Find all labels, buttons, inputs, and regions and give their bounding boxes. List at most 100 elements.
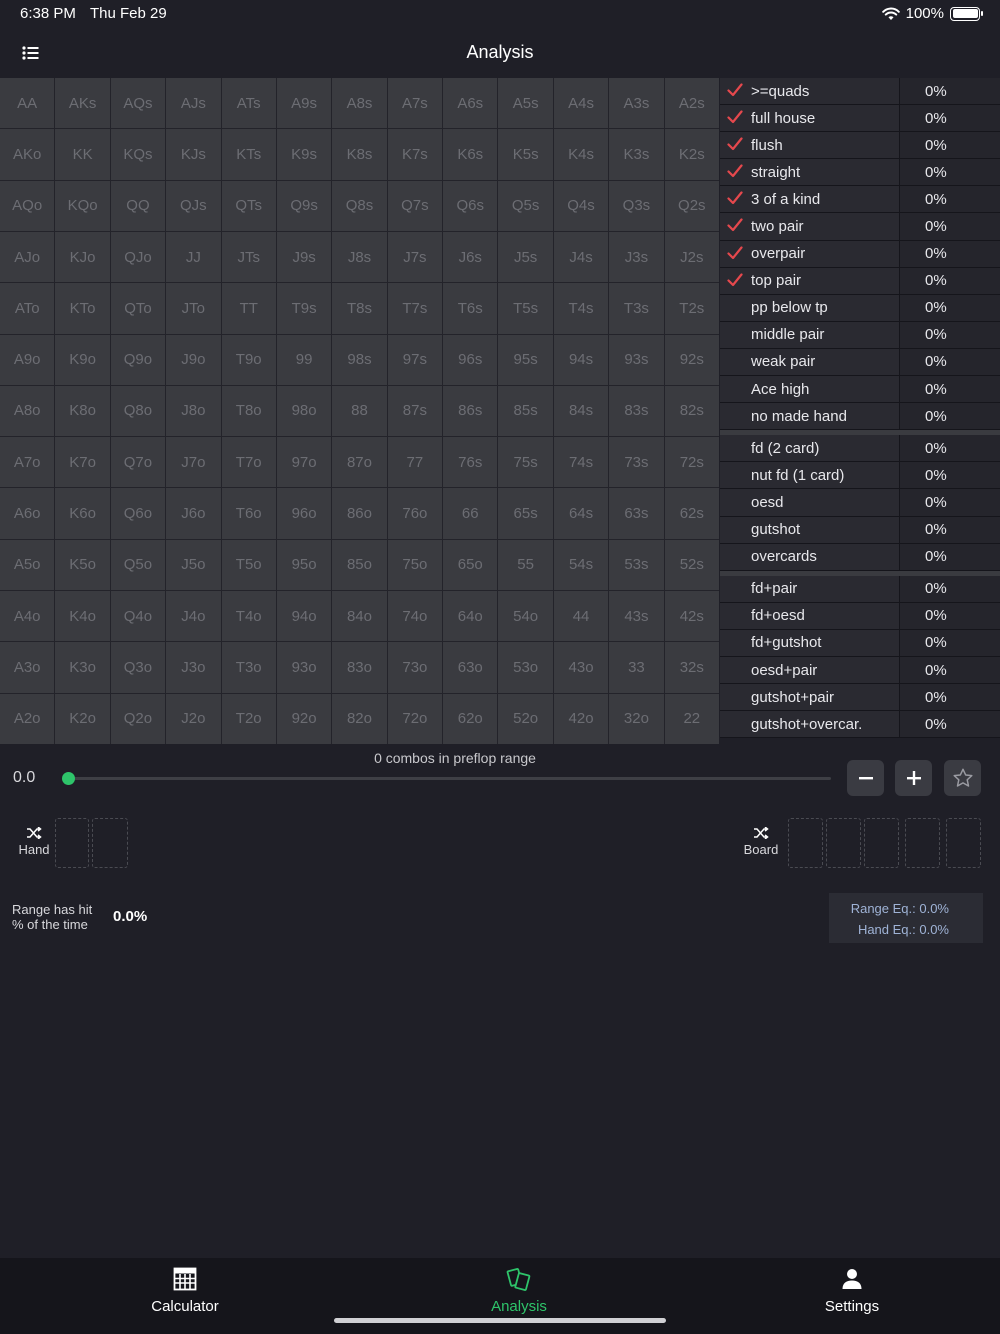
category-row[interactable]: 3 of a kind 0% [720,186,1000,214]
range-cell[interactable]: T4s [553,283,609,334]
range-cell[interactable]: J2s [664,231,719,283]
range-cell[interactable]: 73s [609,437,664,488]
range-cell[interactable]: 75s [498,437,553,488]
category-row[interactable]: fd (2 card) 0% [720,435,1000,463]
range-cell[interactable]: 87o [332,437,387,488]
range-cell[interactable]: T2s [664,283,719,334]
range-cell[interactable]: 72o [387,693,443,744]
range-cell[interactable]: Q9s [276,180,332,231]
range-cell[interactable]: 22 [664,693,719,744]
hand-card-slot-1[interactable] [55,818,89,868]
increase-button[interactable] [895,760,932,796]
range-cell[interactable]: AQo [0,180,55,231]
range-cell[interactable]: 82s [664,385,719,437]
range-cell[interactable]: ATs [221,78,276,129]
category-row[interactable]: two pair 0% [720,213,1000,241]
range-cell[interactable]: 32s [664,642,719,693]
range-cell[interactable]: JTs [221,231,276,283]
favorite-button[interactable] [944,760,981,796]
range-cell[interactable]: 97s [387,334,443,385]
range-cell[interactable]: QTo [110,283,166,334]
range-cell[interactable]: A4s [553,78,609,129]
category-row[interactable]: gutshot+overcar. 0% [720,711,1000,739]
range-cell[interactable]: T8s [332,283,387,334]
category-row[interactable]: fd+gutshot 0% [720,629,1000,657]
range-cell[interactable]: J5s [498,231,553,283]
range-cell[interactable]: A6o [0,488,55,539]
range-cell[interactable]: KTo [55,283,110,334]
range-cell[interactable]: J2o [166,693,221,744]
range-cell[interactable]: 92o [276,693,332,744]
category-row[interactable]: straight 0% [720,159,1000,187]
range-cell[interactable]: 74o [387,591,443,642]
range-slider-track[interactable] [68,777,831,780]
range-cell[interactable]: 52s [664,539,719,591]
range-cell[interactable]: AKs [55,78,110,129]
range-cell[interactable]: QJo [110,231,166,283]
range-cell[interactable]: 62o [443,693,498,744]
range-cell[interactable]: 66 [443,488,498,539]
range-cell[interactable]: JTo [166,283,221,334]
category-row[interactable]: full house 0% [720,105,1000,133]
hand-shuffle-button[interactable]: Hand [12,826,56,857]
range-cell[interactable]: T3o [221,642,276,693]
range-cell[interactable]: 74s [553,437,609,488]
range-cell[interactable]: 63s [609,488,664,539]
category-row[interactable]: Ace high 0% [720,376,1000,404]
range-cell[interactable]: A8o [0,385,55,437]
range-cell[interactable]: T8o [221,385,276,437]
range-cell[interactable]: 65s [498,488,553,539]
range-cell[interactable]: K8o [55,385,110,437]
range-cell[interactable]: 62s [664,488,719,539]
range-cell[interactable]: T2o [221,693,276,744]
category-row[interactable]: overpair 0% [720,240,1000,268]
category-row[interactable]: fd+pair 0% [720,575,1000,603]
range-cell[interactable]: J5o [166,539,221,591]
decrease-button[interactable] [847,760,884,796]
range-cell[interactable]: 75o [387,539,443,591]
range-cell[interactable]: A2o [0,693,55,744]
range-cell[interactable]: 95o [276,539,332,591]
tab-analysis[interactable]: Analysis [444,1266,594,1315]
range-cell[interactable]: A9s [276,78,332,129]
board-card-slot-1[interactable] [788,818,823,868]
range-cell[interactable]: J3s [609,231,664,283]
range-cell[interactable]: 85s [498,385,553,437]
range-cell[interactable]: J6o [166,488,221,539]
range-cell[interactable]: A5s [498,78,553,129]
range-cell[interactable]: 73o [387,642,443,693]
range-cell[interactable]: 72s [664,437,719,488]
range-cell[interactable]: K7s [387,129,443,180]
range-cell[interactable]: QTs [221,180,276,231]
range-cell[interactable]: Q2o [110,693,166,744]
category-row[interactable]: pp below tp 0% [720,294,1000,322]
range-cell[interactable]: A9o [0,334,55,385]
range-cell[interactable]: 44 [553,591,609,642]
range-cell[interactable]: A6s [443,78,498,129]
range-cell[interactable]: 86s [443,385,498,437]
range-cell[interactable]: KK [55,129,110,180]
range-cell[interactable]: 43o [553,642,609,693]
range-cell[interactable]: TT [221,283,276,334]
range-cell[interactable]: J8s [332,231,387,283]
range-cell[interactable]: 64o [443,591,498,642]
range-cell[interactable]: J3o [166,642,221,693]
range-cell[interactable]: K4o [55,591,110,642]
range-cell[interactable]: AQs [110,78,166,129]
range-cell[interactable]: T9s [276,283,332,334]
range-cell[interactable]: 33 [609,642,664,693]
range-cell[interactable]: T7s [387,283,443,334]
category-row[interactable]: gutshot 0% [720,516,1000,544]
range-cell[interactable]: 43s [609,591,664,642]
range-cell[interactable]: K5s [498,129,553,180]
range-cell[interactable]: KQo [55,180,110,231]
range-cell[interactable]: 42s [664,591,719,642]
range-cell[interactable]: 93o [276,642,332,693]
range-cell[interactable]: A8s [332,78,387,129]
range-cell[interactable]: 84s [553,385,609,437]
range-cell[interactable]: AA [0,78,55,129]
range-cell[interactable]: 83s [609,385,664,437]
range-cell[interactable]: J6s [443,231,498,283]
range-cell[interactable]: J4s [553,231,609,283]
range-cell[interactable]: 83o [332,642,387,693]
